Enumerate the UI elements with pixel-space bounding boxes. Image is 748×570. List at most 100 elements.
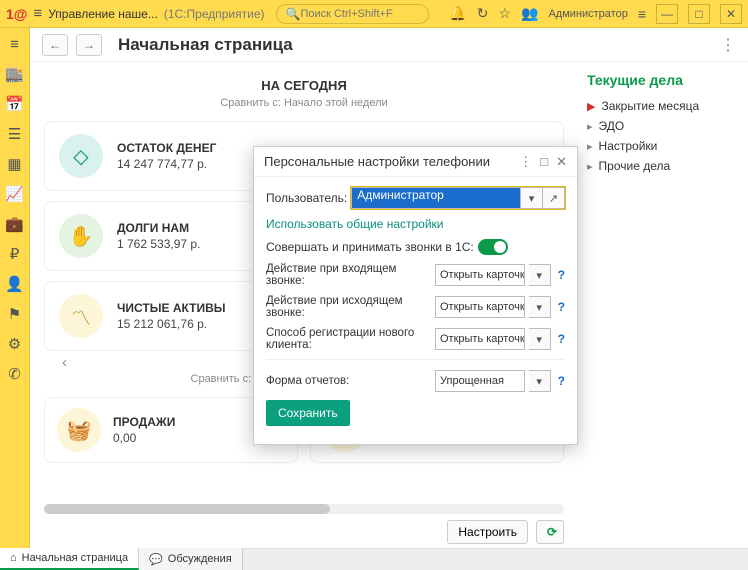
page-menu-icon[interactable]: ⋮ — [720, 35, 736, 55]
task-item[interactable]: ▶Закрытие месяца — [587, 96, 740, 116]
hscroll-thumb[interactable] — [44, 504, 330, 514]
page-title: Начальная страница — [118, 35, 293, 55]
users-icon[interactable]: 👥 — [521, 5, 538, 22]
dialog-menu-icon[interactable]: ⋮ — [519, 154, 532, 170]
chat-icon: 💬 — [149, 553, 163, 566]
newclient-label: Способ регистрации нового клиента: — [266, 327, 431, 351]
arrow-icon: ▸ — [587, 120, 593, 133]
incoming-label: Действие при входящем звонке: — [266, 263, 431, 287]
minimize-button[interactable]: — — [656, 4, 678, 24]
basket-icon: 🧺 — [57, 408, 101, 452]
task-item[interactable]: ▸ Прочие дела — [587, 156, 740, 176]
search-input[interactable] — [300, 8, 420, 20]
search-icon: 🔍 — [285, 7, 300, 21]
calls-toggle[interactable] — [478, 239, 508, 255]
open-icon[interactable]: ↗ — [543, 187, 565, 209]
calls-label: Совершать и принимать звонки в 1С: — [266, 240, 474, 254]
hscrollbar[interactable] — [44, 504, 564, 514]
sb-gear-icon[interactable]: ⚙ — [8, 335, 21, 353]
bottom-tabs: ⌂ Начальная страница 💬 Обсуждения — [0, 548, 748, 570]
sb-menu-icon[interactable]: ≡ — [10, 36, 19, 53]
sb-person-icon[interactable]: 👤 — [5, 275, 24, 293]
help-icon[interactable]: ? — [558, 300, 565, 314]
sb-grid-icon[interactable]: ▦ — [7, 155, 21, 173]
home-icon: ⌂ — [10, 552, 17, 564]
card-title: ДОЛГИ НАМ — [117, 221, 200, 235]
search-wrap[interactable]: 🔍 — [276, 4, 429, 24]
dropdown-icon[interactable]: ▾ — [521, 187, 543, 209]
task-item[interactable]: ▸ ЭДО — [587, 116, 740, 136]
dropdown-icon[interactable]: ▾ — [529, 296, 551, 318]
titlebar: 1@ ≡ Управление наше... (1С:Предприятие)… — [0, 0, 748, 28]
task-label: Закрытие месяца — [601, 99, 699, 113]
user-label: Пользователь: — [266, 191, 347, 205]
sb-flag-icon[interactable]: ⚑ — [8, 305, 21, 323]
tasks-panel: Текущие дела ▶Закрытие месяца ▸ЭДО ▸Наст… — [578, 62, 748, 548]
nav-row: ← → Начальная страница ⋮ — [30, 28, 748, 62]
task-label: Прочие дела — [599, 159, 671, 173]
bell-icon[interactable]: 🔔 — [449, 5, 466, 22]
app-title: Управление наше... — [48, 7, 158, 21]
tab-start[interactable]: ⌂ Начальная страница — [0, 548, 139, 570]
report-select[interactable]: Упрощенная — [435, 370, 525, 392]
arrow-icon: ▸ — [587, 140, 593, 153]
card-title: ОСТАТОК ДЕНЕГ — [117, 141, 216, 155]
chart-icon: 〽 — [59, 294, 103, 338]
card-value: 14 247 774,77 р. — [117, 157, 216, 171]
tab-label: Обсуждения — [168, 553, 232, 565]
dialog-close-icon[interactable]: ✕ — [556, 154, 567, 170]
star-icon[interactable]: ☆ — [498, 5, 511, 22]
arrow-icon: ▸ — [587, 160, 593, 173]
card-value: 15 212 061,76 р. — [117, 317, 226, 331]
task-item[interactable]: ▸ Настройки — [587, 136, 740, 156]
sb-phone-icon[interactable]: ✆ — [8, 365, 21, 383]
money-icon: ◇ — [59, 134, 103, 178]
shared-settings-link[interactable]: Использовать общие настройки — [266, 217, 444, 231]
outgoing-select[interactable]: Открыть карточку клиента — [435, 296, 525, 318]
help-icon[interactable]: ? — [558, 332, 565, 346]
menu-icon[interactable]: ≡ — [33, 5, 42, 22]
refresh-button[interactable]: ⟳ — [536, 520, 564, 544]
user-label[interactable]: Администратор — [548, 8, 627, 20]
divider — [266, 359, 565, 360]
dropdown-icon[interactable]: ▾ — [529, 264, 551, 286]
tab-talks[interactable]: 💬 Обсуждения — [139, 548, 243, 570]
sb-list-icon[interactable]: ☰ — [8, 125, 21, 143]
dropdown-icon[interactable]: ▾ — [529, 328, 551, 350]
history-icon[interactable]: ↻ — [477, 5, 489, 22]
dialog-title: Персональные настройки телефонии — [264, 154, 490, 169]
incoming-select[interactable]: Открыть карточку клиента — [435, 264, 525, 286]
today-sub: Сравнить с: Начало этой недели — [44, 97, 564, 109]
sb-ruble-icon[interactable]: ₽ — [10, 245, 20, 263]
card-value: 1 762 533,97 р. — [117, 237, 200, 251]
tab-label: Начальная страница — [22, 552, 128, 564]
nav-fwd-button[interactable]: → — [76, 34, 102, 56]
task-label: Настройки — [599, 139, 658, 153]
save-button[interactable]: Сохранить — [266, 400, 350, 426]
nav-back-button[interactable]: ← — [42, 34, 68, 56]
outgoing-label: Действие при исходящем звонке: — [266, 295, 431, 319]
user-field[interactable]: Администратор — [351, 187, 521, 209]
sb-chart-icon[interactable]: 📈 — [5, 185, 24, 203]
sidebar: ≡ 🏬 📅 ☰ ▦ 📈 💼 ₽ 👤 ⚑ ⚙ ✆ — [0, 28, 30, 548]
help-icon[interactable]: ? — [558, 268, 565, 282]
sb-store-icon[interactable]: 🏬 — [5, 65, 24, 83]
configure-button[interactable]: Настроить — [447, 520, 528, 544]
sb-brief-icon[interactable]: 💼 — [5, 215, 24, 233]
dialog-max-icon[interactable]: □ — [540, 154, 548, 170]
dropdown-icon[interactable]: ▾ — [529, 370, 551, 392]
today-heading: НА СЕГОДНЯ — [44, 78, 564, 93]
card-title: ЧИСТЫЕ АКТИВЫ — [117, 301, 226, 315]
report-label: Форма отчетов: — [266, 375, 431, 387]
sb-calendar-icon[interactable]: 📅 — [5, 95, 24, 113]
newclient-select[interactable]: Открыть карточку клиента — [435, 328, 525, 350]
telephony-dialog: Персональные настройки телефонии ⋮ □ ✕ П… — [253, 146, 578, 445]
card-value: 0,00 — [113, 431, 175, 445]
close-button[interactable]: ✕ — [720, 4, 742, 24]
hand-icon: ✋ — [59, 214, 103, 258]
task-label: ЭДО — [599, 119, 625, 133]
filter-icon[interactable]: ≡ — [638, 6, 646, 22]
help-icon[interactable]: ? — [558, 374, 565, 388]
maximize-button[interactable]: □ — [688, 4, 710, 24]
card-title: ПРОДАЖИ — [113, 415, 175, 429]
